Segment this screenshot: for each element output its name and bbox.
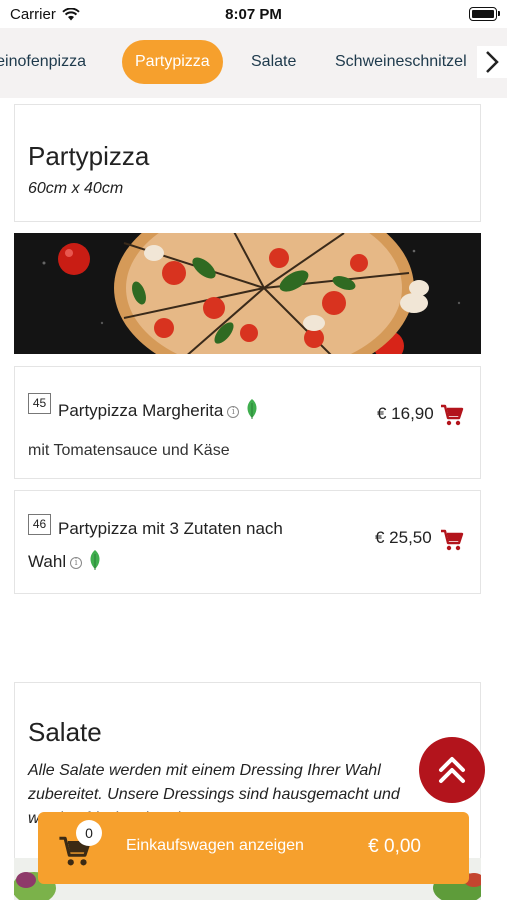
view-cart-button[interactable]: 0 Einkaufswagen anzeigen € 0,00 — [38, 812, 469, 884]
item-name-row: Partypizza Margherita i — [58, 398, 259, 425]
info-icon[interactable]: i — [70, 556, 83, 569]
double-chevron-up-icon — [439, 757, 465, 783]
cart-count-badge: 0 — [76, 820, 102, 846]
vegetarian-leaf-icon — [245, 398, 259, 425]
pizza-hero-image — [14, 233, 481, 354]
add-to-cart-icon[interactable] — [440, 403, 464, 427]
tabs-next-button[interactable] — [477, 46, 507, 78]
item-number: 46 — [28, 514, 51, 535]
info-icon[interactable]: i — [227, 405, 240, 418]
item-name-row: Wahl i — [28, 549, 102, 576]
section-subtitle: 60cm x 40cm — [28, 180, 124, 197]
item-name-line-2: Wahl — [28, 551, 67, 571]
vegetarian-leaf-icon — [88, 549, 102, 576]
item-name: Partypizza Margherita — [58, 400, 224, 420]
cart-label: Einkaufswagen anzeigen — [126, 837, 304, 854]
item-price: € 25,50 — [375, 528, 432, 547]
partypizza-header-card: Partypizza 60cm x 40cm — [14, 104, 481, 222]
add-to-cart-icon[interactable] — [440, 528, 464, 552]
item-price: € 16,90 — [377, 404, 434, 423]
section-title: Salate — [28, 717, 102, 747]
status-bar: Carrier 8:07 PM — [0, 0, 507, 28]
tab-partypizza[interactable]: Partypizza — [122, 40, 223, 84]
battery-icon — [469, 7, 500, 21]
item-number: 45 — [28, 393, 51, 414]
status-time: 8:07 PM — [225, 6, 282, 23]
scroll-to-top-button[interactable] — [419, 737, 485, 803]
tab-schweineschnitzel[interactable]: Schweineschnitzel — [335, 40, 467, 84]
item-description: mit Tomatensauce und Käse — [28, 442, 230, 459]
cart-total: € 0,00 — [368, 836, 421, 857]
menu-item-card[interactable]: 46 Partypizza mit 3 Zutaten nach Wahl i €… — [14, 490, 481, 594]
category-tabs: Steinofenpizza Partypizza Salate Schwein… — [0, 28, 507, 98]
item-name-line-1: Partypizza mit 3 Zutaten nach — [58, 519, 283, 538]
chevron-right-icon — [486, 51, 499, 73]
menu-item-card[interactable]: 45 Partypizza Margherita i mit Tomatensau… — [14, 366, 481, 479]
tab-salate[interactable]: Salate — [251, 40, 296, 84]
tab-steinofenpizza[interactable]: Steinofenpizza — [0, 40, 86, 84]
section-title: Partypizza — [28, 141, 150, 171]
